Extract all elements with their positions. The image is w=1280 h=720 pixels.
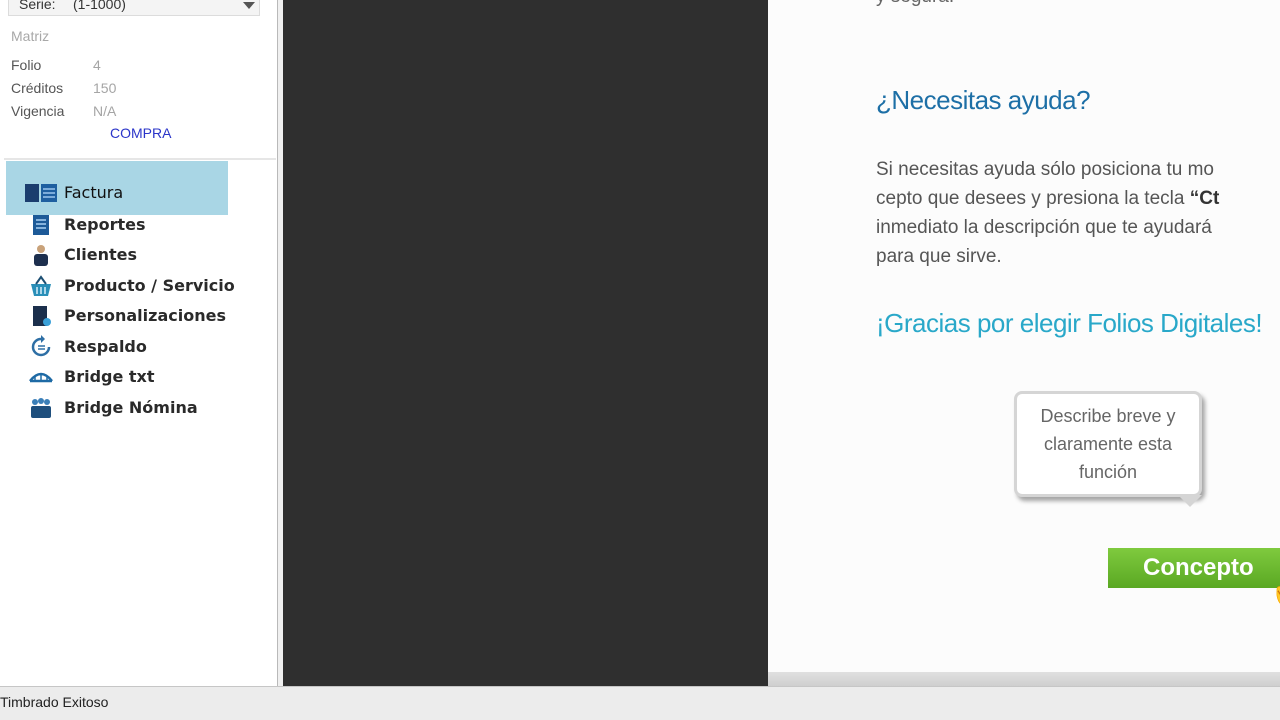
nav-item-bridge-nomina[interactable]: Bridge Nómina [0, 394, 278, 422]
cut-heading: y segura. [876, 0, 954, 8]
concepto-button[interactable]: Concepto [1108, 548, 1280, 588]
nav-item-personalizaciones[interactable]: Personalizaciones [0, 302, 278, 330]
bridge-icon [29, 372, 53, 383]
help-key: “Ct [1189, 188, 1220, 209]
matriz-label: Matriz [11, 28, 50, 44]
bubble-line: claramente esta [1043, 434, 1173, 454]
clientes-icon [34, 245, 48, 266]
help-title: ¿Necesitas ayuda? [876, 85, 1091, 115]
hand-cursor-icon: ☝ [1268, 570, 1280, 608]
nav-item-bridge-txt[interactable]: Bridge txt [0, 363, 278, 391]
serie-value: (1-1000) [73, 0, 126, 12]
bottom-strip [768, 672, 1280, 686]
help-content-panel: y segura. ¿Necesitas ayuda? Si necesitas… [768, 0, 1280, 686]
help-line: para que sirve. [876, 246, 1002, 267]
help-paragraph: Si necesitas ayuda sólo posiciona tu mo … [876, 155, 1219, 271]
nav-item-respaldo[interactable]: Respaldo [0, 333, 278, 361]
nav-label: Producto / Servicio [64, 276, 235, 295]
nav-item-reportes[interactable]: Reportes [0, 211, 278, 239]
status-bar: Timbrado Exitoso [0, 686, 1280, 720]
dark-panel [283, 0, 768, 686]
folio-label: Folio [11, 57, 42, 73]
compra-link[interactable]: COMPRA [110, 125, 171, 141]
serie-dropdown[interactable]: Serie: (1-1000) [8, 0, 260, 16]
factura-icon [25, 184, 57, 202]
nomina-icon [31, 398, 51, 418]
respaldo-icon [31, 335, 51, 357]
help-line: Si necesitas ayuda sólo posiciona tu mo [876, 159, 1214, 180]
nav-label: Reportes [64, 215, 146, 234]
help-line: inmediato la descripción que te ayudará [876, 217, 1212, 238]
nav-item-factura[interactable]: Factura [0, 161, 278, 215]
reportes-icon [33, 215, 49, 235]
serie-label: Serie: [19, 0, 56, 12]
divider [4, 158, 276, 160]
folio-value: 4 [93, 57, 101, 73]
status-text: Timbrado Exitoso [0, 694, 109, 710]
vigencia-label: Vigencia [11, 103, 65, 119]
nav-label: Factura [64, 183, 124, 202]
tooltip-bubble: Describe breve y claramente esta función [1014, 391, 1202, 497]
vigencia-value: N/A [93, 103, 117, 119]
bubble-line: Describe breve y [1040, 406, 1176, 426]
creditos-value: 150 [93, 80, 117, 96]
bubble-line: función [1078, 462, 1138, 482]
nav-label: Respaldo [64, 337, 147, 356]
bubble-tail [1178, 495, 1202, 507]
help-line: cepto que desees y presiona la tecla [876, 188, 1190, 209]
nav-item-clientes[interactable]: Clientes [0, 241, 278, 269]
thanks-heading: ¡Gracias por elegir Folios Digitales! [876, 308, 1263, 338]
creditos-label: Créditos [11, 80, 64, 96]
nav-item-producto-servicio[interactable]: Producto / Servicio [0, 272, 278, 300]
personalizaciones-icon [33, 306, 51, 326]
basket-icon [31, 275, 51, 296]
chevron-down-icon[interactable] [243, 2, 255, 9]
sidebar: Serie: (1-1000) Matriz Folio 4 Créditos … [0, 0, 278, 686]
nav-label: Personalizaciones [64, 306, 226, 325]
nav-label: Bridge Nómina [64, 398, 198, 417]
nav-label: Clientes [64, 245, 137, 264]
nav-label: Bridge txt [64, 367, 155, 386]
help-line-with-key: cepto que desees y presiona la tecla “Ct [876, 184, 1219, 213]
